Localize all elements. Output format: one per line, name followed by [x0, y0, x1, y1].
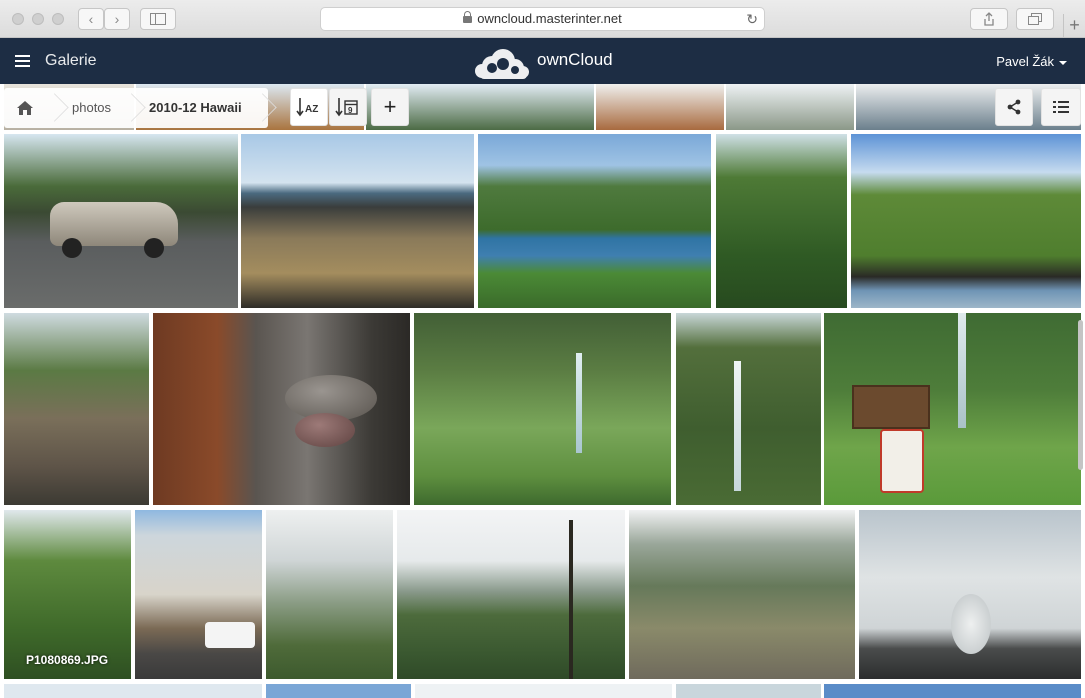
photo-thumbnail[interactable]	[415, 684, 672, 698]
sort-by-name-button[interactable]: AZ	[290, 88, 328, 126]
photo-thumbnail[interactable]	[266, 684, 411, 698]
photo-thumbnail[interactable]	[824, 684, 1081, 698]
breadcrumb-separator	[254, 88, 268, 128]
breadcrumb-separator	[46, 88, 60, 128]
scrollbar-thumb[interactable]	[1078, 320, 1083, 470]
plus-icon: +	[383, 94, 397, 119]
breadcrumb: photos 2010-12 Hawaii	[4, 88, 268, 128]
details-list-icon	[1053, 101, 1069, 113]
breadcrumb-separator	[123, 88, 137, 128]
sort-alpha-icon: AZ	[296, 98, 318, 117]
sort-date-icon: 9	[335, 98, 358, 117]
photo-thumbnail[interactable]	[851, 134, 1081, 308]
svg-text:9: 9	[348, 106, 353, 115]
photo-thumbnail[interactable]	[859, 510, 1081, 679]
album-info-button[interactable]	[1041, 88, 1081, 126]
photo-thumbnail[interactable]	[4, 134, 238, 308]
photo-thumbnail[interactable]	[4, 313, 149, 505]
photo-thumbnail[interactable]	[629, 510, 855, 679]
photo-thumbnail[interactable]	[135, 510, 262, 679]
photo-thumbnail[interactable]	[824, 313, 1081, 505]
share-icon	[1007, 99, 1021, 115]
breadcrumb-item-photos[interactable]: photos	[60, 88, 123, 128]
photo-filename-label: P1080869.JPG	[26, 653, 109, 667]
photo-thumbnail[interactable]	[676, 684, 821, 698]
photo-thumbnail[interactable]	[4, 684, 262, 698]
home-icon	[17, 101, 33, 115]
svg-text:AZ: AZ	[305, 104, 318, 115]
photo-thumbnail[interactable]	[478, 134, 711, 308]
sort-by-date-button[interactable]: 9	[329, 88, 367, 126]
share-album-button[interactable]	[995, 88, 1033, 126]
home-button[interactable]	[4, 88, 46, 128]
photo-thumbnail[interactable]: P1080869.JPG	[4, 510, 131, 679]
photo-thumbnail[interactable]	[716, 134, 847, 308]
breadcrumb-item-current[interactable]: 2010-12 Hawaii	[137, 88, 254, 128]
gallery-controls: photos 2010-12 Hawaii AZ 9 +	[0, 84, 1085, 130]
add-button[interactable]: +	[371, 88, 409, 126]
photo-thumbnail[interactable]	[241, 134, 474, 308]
photo-thumbnail[interactable]	[414, 313, 671, 505]
photo-thumbnail[interactable]	[266, 510, 393, 679]
photo-thumbnail[interactable]	[676, 313, 821, 505]
photo-thumbnail[interactable]	[153, 313, 410, 505]
photo-thumbnail[interactable]	[397, 510, 625, 679]
